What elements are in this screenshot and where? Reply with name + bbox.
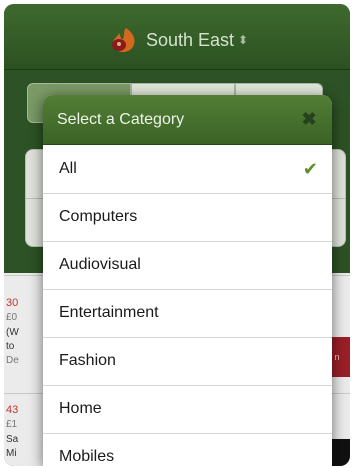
deal-old-price: £1	[6, 419, 18, 430]
category-item-computers[interactable]: Computers	[43, 194, 332, 242]
category-label: Mobiles	[59, 448, 115, 465]
deal-thumbnail	[330, 439, 350, 466]
category-label: Fashion	[59, 352, 116, 369]
deal-price: 43	[6, 404, 19, 416]
category-label: Computers	[59, 208, 138, 225]
top-bar: South East ⬍	[4, 4, 350, 70]
deal-price: 30	[6, 297, 19, 309]
deal-title-cont: Mi	[6, 448, 17, 459]
category-label: All	[59, 160, 77, 177]
category-item-home[interactable]: Home	[43, 386, 332, 434]
category-label: Entertainment	[59, 304, 159, 321]
category-item-all[interactable]: All ✔	[43, 146, 332, 194]
updown-chevron-icon: ⬍	[238, 33, 249, 47]
close-icon[interactable]: ✖	[298, 108, 320, 130]
category-label: Home	[59, 400, 102, 417]
region-selector[interactable]: South East ⬍	[4, 26, 350, 54]
deal-title: Sa	[6, 434, 19, 445]
modal-header: Select a Category ✖	[43, 95, 332, 145]
flame-pin-icon	[111, 28, 135, 52]
region-title: South East	[145, 29, 234, 50]
checkmark-icon: ✔	[302, 159, 318, 179]
deal-badge-text: n	[334, 352, 340, 362]
category-label: Audiovisual	[59, 256, 141, 273]
modal-title: Select a Category	[57, 111, 185, 128]
category-picker-modal: Select a Category ✖ All ✔ Computers Audi…	[43, 95, 332, 466]
deal-title: (W	[6, 327, 19, 338]
category-item-audiovisual[interactable]: Audiovisual	[43, 242, 332, 290]
category-item-entertainment[interactable]: Entertainment	[43, 290, 332, 338]
category-list: All ✔ Computers Audiovisual Entertainmen…	[43, 146, 332, 466]
deal-old-price: £0	[6, 312, 18, 323]
app-screen: South East ⬍ 30 £0 (W to De n 43 £1 Sa M…	[4, 4, 350, 466]
category-item-fashion[interactable]: Fashion	[43, 338, 332, 386]
category-item-mobiles[interactable]: Mobiles	[43, 434, 332, 466]
deal-meta: De	[6, 355, 19, 366]
deal-title-cont: to	[6, 341, 15, 352]
